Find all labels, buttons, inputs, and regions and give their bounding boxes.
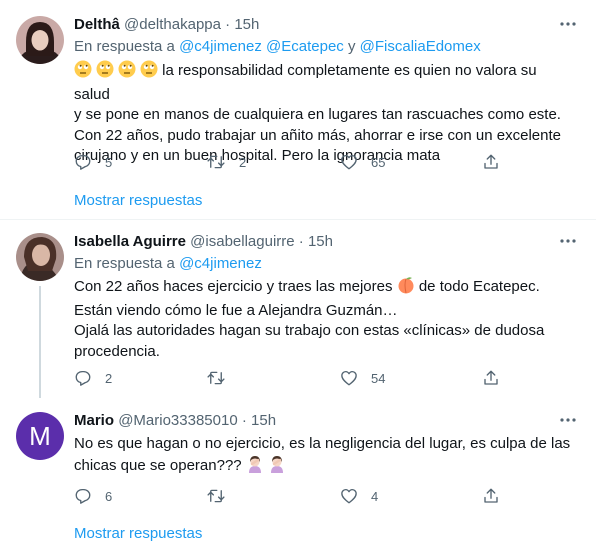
separator-dot: ·: [298, 233, 304, 250]
user-handle[interactable]: @delthakappa: [124, 16, 221, 33]
like-button[interactable]: 65: [340, 152, 385, 172]
timestamp[interactable]: 15h: [308, 233, 333, 250]
more-options-button[interactable]: [558, 14, 578, 30]
reply-prefix: En respuesta a: [74, 38, 175, 55]
retweet-icon: [207, 371, 225, 385]
share-button[interactable]: [482, 152, 500, 172]
separator-dot: ·: [241, 412, 247, 429]
tweet-header: Delthâ @delthakappa · 15h: [74, 15, 259, 35]
reply-icon: [75, 488, 91, 504]
tweet-text-line: y se pone en manos de cualquiera en luga…: [74, 106, 561, 123]
more-options-button[interactable]: [558, 231, 578, 247]
reply-count: 6: [105, 488, 113, 504]
mention-link[interactable]: @FiscaliaEdomex: [360, 38, 481, 55]
reply-prefix: En respuesta a: [74, 255, 175, 272]
tweet-text-line: chicas que se operan???: [74, 455, 574, 480]
avatar-mario[interactable]: M: [16, 412, 64, 460]
more-icon: [560, 418, 576, 422]
share-button[interactable]: [482, 368, 500, 388]
tweet-text-line: Ojalá las autoridades hagan su trabajo c…: [74, 322, 545, 339]
display-name[interactable]: Mario: [74, 412, 114, 429]
more-icon: [560, 22, 576, 26]
tweet-text-line: Están viendo cómo le fue a Alejandra Guz…: [74, 301, 398, 319]
mention-link[interactable]: @c4jimenez: [179, 255, 262, 272]
tweet-text-line: No es que hagan o no ejercicio, es la ne…: [74, 435, 571, 452]
tweet-text-segment: chicas que se operan???: [74, 456, 242, 474]
tweet-header: Mario @Mario33385010 · 15h: [74, 411, 276, 431]
share-icon: [484, 370, 498, 385]
retweet-button[interactable]: [206, 368, 239, 388]
tweet-text-line: Con 22 años, pudo trabajar un añito más,…: [74, 126, 561, 144]
like-button[interactable]: 54: [340, 368, 385, 388]
like-count: 65: [371, 154, 386, 170]
peach-emoji: [397, 276, 415, 301]
show-replies-link[interactable]: Mostrar respuestas: [74, 524, 202, 544]
reply-icon: [75, 370, 91, 386]
reply-conjunction: y: [347, 38, 356, 55]
share-icon: [484, 154, 498, 169]
tweet-text-segment: Con 22 años haces ejercicio y traes las …: [74, 278, 393, 295]
timestamp[interactable]: 15h: [234, 16, 259, 33]
mention-link[interactable]: @c4jimenez: [179, 38, 262, 55]
tweet-text-segment: de todo Ecatepec.: [418, 278, 540, 295]
share-button[interactable]: [482, 486, 500, 506]
tweet-text-line: procedencia.: [74, 342, 160, 360]
tweet-isabellaguirre: Isabella Aguirre @isabellaguirre · 15h E…: [0, 220, 596, 400]
thread-line: [39, 286, 41, 398]
avatar-letter: M: [29, 421, 51, 451]
like-button[interactable]: 4: [340, 486, 378, 506]
mention-link[interactable]: @Ecatepec: [266, 38, 344, 55]
retweet-button[interactable]: [206, 486, 239, 506]
timestamp[interactable]: 15h: [251, 412, 276, 429]
display-name[interactable]: Delthâ: [74, 16, 120, 33]
tweet-text-line: la responsabilidad completamente es quie…: [74, 60, 574, 105]
tweet-text: la responsabilidad completamente es quie…: [74, 60, 574, 167]
reply-count: 2: [105, 370, 113, 386]
retweet-button[interactable]: 2: [206, 152, 246, 172]
avatar-isabellaguirre[interactable]: [16, 233, 64, 281]
retweet-icon: [207, 155, 225, 169]
retweet-count: 2: [239, 154, 247, 170]
tweet-delthakappa: Delthâ @delthakappa · 15h En respuesta a…: [0, 0, 596, 220]
like-icon: [341, 154, 357, 170]
tweet-text: Con 22 años haces ejercicio y traes las …: [74, 276, 574, 362]
reply-count: 5: [105, 154, 113, 170]
reply-button[interactable]: 2: [74, 368, 112, 388]
share-icon: [484, 488, 498, 503]
like-icon: [341, 488, 357, 504]
like-count: 4: [371, 488, 379, 504]
reply-icon: [75, 154, 91, 170]
rolling-eyes-emoji: [74, 60, 158, 85]
woman-facepalming-emoji: [246, 455, 288, 480]
reply-context: En respuesta a @c4jimenez: [74, 254, 262, 274]
more-icon: [560, 239, 576, 243]
avatar-delthakappa[interactable]: [16, 16, 64, 64]
like-icon: [341, 370, 357, 386]
show-replies-link[interactable]: Mostrar respuestas: [74, 191, 202, 211]
tweet-text: No es que hagan o no ejercicio, es la ne…: [74, 434, 574, 479]
user-handle[interactable]: @isabellaguirre: [190, 233, 294, 250]
separator-dot: ·: [225, 16, 231, 33]
like-count: 54: [371, 370, 386, 386]
reply-button[interactable]: 5: [74, 152, 112, 172]
retweet-icon: [207, 489, 225, 503]
display-name[interactable]: Isabella Aguirre: [74, 233, 186, 250]
reply-button[interactable]: 6: [74, 486, 112, 506]
tweet-mario: M Mario @Mario33385010 · 15h No es que h…: [0, 400, 596, 548]
tweet-text-line: Con 22 años haces ejercicio y traes las …: [74, 276, 574, 301]
more-options-button[interactable]: [558, 410, 578, 426]
reply-context: En respuesta a @c4jimenez @Ecatepec y @F…: [74, 37, 481, 57]
user-handle[interactable]: @Mario33385010: [118, 412, 237, 429]
tweet-header: Isabella Aguirre @isabellaguirre · 15h: [74, 232, 333, 252]
